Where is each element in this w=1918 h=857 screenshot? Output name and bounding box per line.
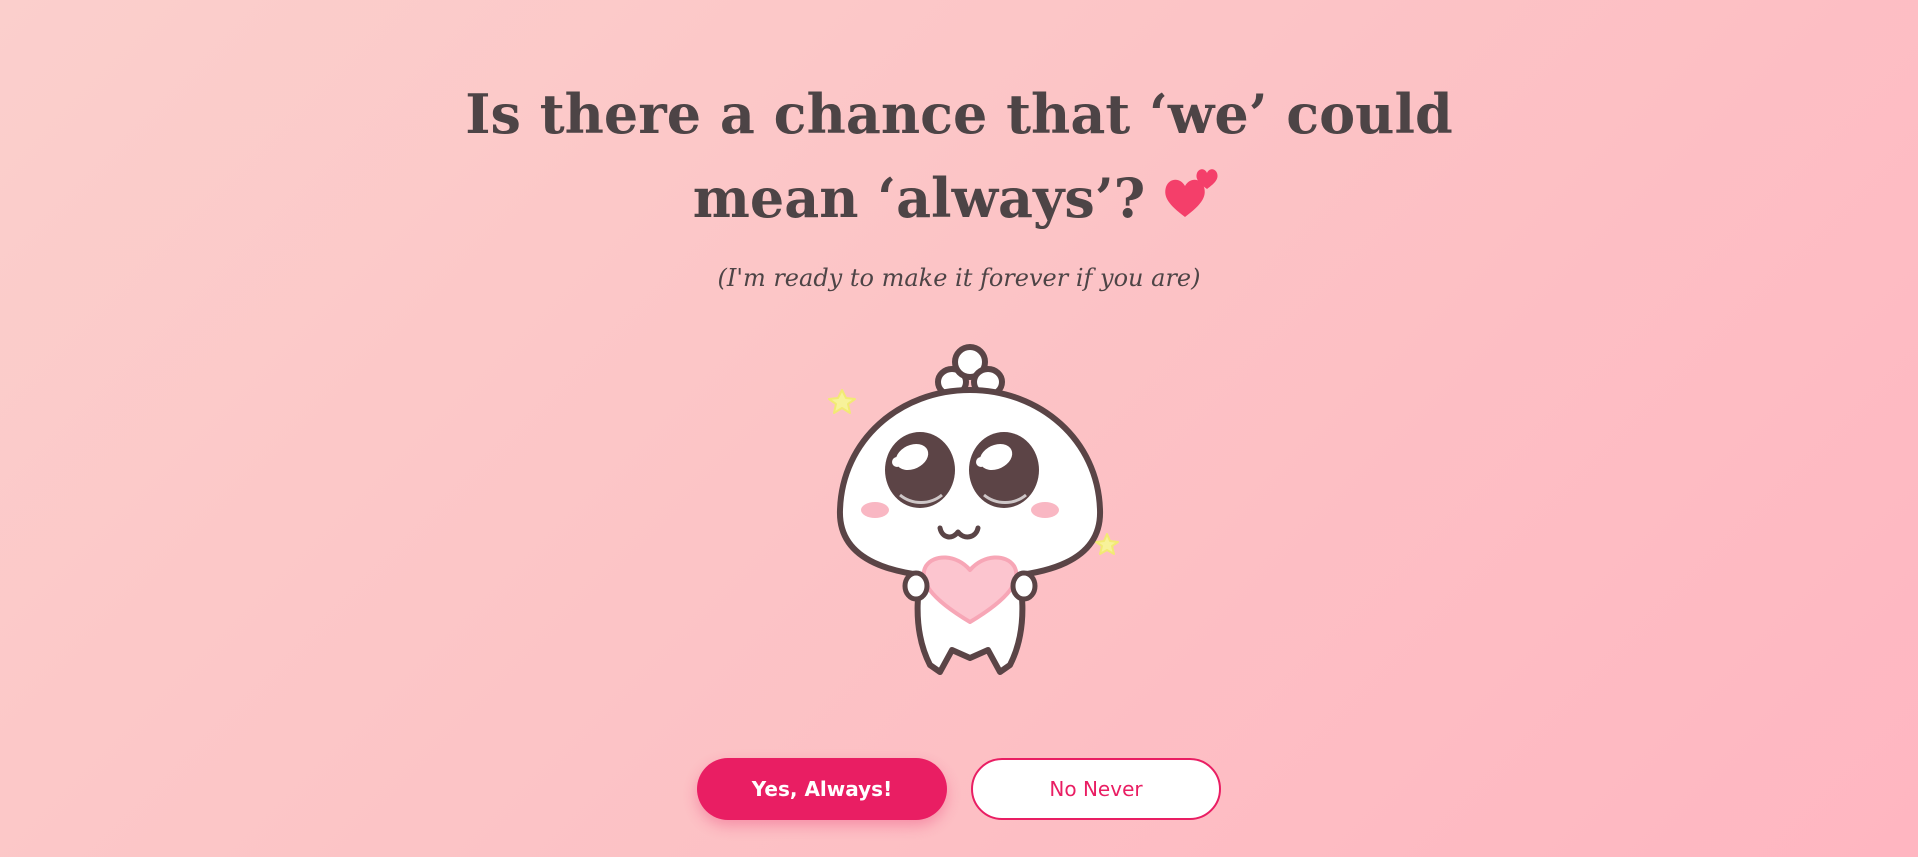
answer-buttons: Yes, Always! No Never bbox=[0, 758, 1918, 820]
question-line-2-wrapper: mean ‘always’? bbox=[0, 156, 1918, 240]
yes-always-button[interactable]: Yes, Always! bbox=[697, 758, 947, 820]
two-hearts-icon bbox=[1163, 162, 1225, 222]
subtitle-text: (I'm ready to make it forever if you are… bbox=[717, 264, 1201, 292]
sparkle-left-icon bbox=[828, 389, 856, 414]
question-heading: Is there a chance that ‘we’ could mean ‘… bbox=[0, 72, 1918, 240]
question-line-2: mean ‘always’? bbox=[692, 166, 1146, 230]
mascot-illustration bbox=[820, 340, 1120, 685]
question-line-1: Is there a chance that ‘we’ could bbox=[465, 82, 1453, 146]
no-never-button[interactable]: No Never bbox=[971, 758, 1221, 820]
sparkle-right-icon bbox=[1095, 533, 1119, 555]
proposal-page: Is there a chance that ‘we’ could mean ‘… bbox=[0, 0, 1918, 857]
